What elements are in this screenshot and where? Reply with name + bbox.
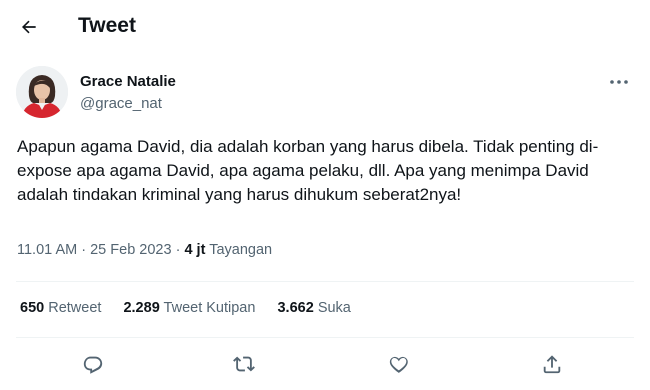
share-button[interactable] (536, 348, 568, 380)
tweet-actions (0, 344, 650, 384)
back-button[interactable] (14, 12, 44, 42)
author-name[interactable]: Grace Natalie (80, 73, 176, 90)
heart-icon (388, 353, 410, 375)
top-bar: Tweet (0, 0, 650, 54)
tweet-date[interactable]: 25 Feb 2023 (90, 242, 171, 258)
arrow-left-icon (19, 17, 39, 37)
page-title: Tweet (78, 14, 136, 37)
tweet-author: Grace Natalie @grace_nat (16, 66, 634, 122)
retweets-count: 650 (20, 300, 45, 316)
likes-count: 3.662 (277, 300, 314, 316)
quotes-label: Tweet Kutipan (163, 300, 256, 316)
meta-separator: · (175, 242, 181, 258)
retweets-label: Retweet (48, 300, 102, 316)
retweet-icon (233, 353, 255, 375)
more-horizontal-icon (609, 79, 629, 85)
quotes-count: 2.289 (123, 300, 160, 316)
meta-separator: · (81, 242, 87, 258)
reply-icon (82, 353, 104, 375)
retweet-button[interactable] (228, 348, 260, 380)
views-label: Tayangan (209, 242, 273, 258)
more-button[interactable] (606, 72, 632, 92)
quotes-stat[interactable]: 2.289 Tweet Kutipan (123, 300, 255, 316)
share-icon (541, 353, 563, 375)
tweet-time[interactable]: 11.01 AM (17, 242, 77, 258)
author-handle[interactable]: @grace_nat (80, 95, 162, 112)
divider (16, 337, 634, 338)
divider (16, 281, 634, 282)
avatar[interactable] (16, 66, 68, 118)
likes-label: Suka (317, 300, 351, 316)
like-button[interactable] (383, 348, 415, 380)
tweet-stats: 650 Retweet 2.289 Tweet Kutipan 3.662 Su… (20, 300, 369, 316)
tweet-meta: 11.01 AM · 25 Feb 2023 · 4 jt Tayangan (17, 242, 272, 258)
reply-button[interactable] (77, 348, 109, 380)
likes-stat[interactable]: 3.662 Suka (277, 300, 350, 316)
retweets-stat[interactable]: 650 Retweet (20, 300, 101, 316)
views-count: 4 jt (184, 242, 206, 258)
tweet-text: Apapun agama David, dia adalah korban ya… (17, 137, 599, 204)
